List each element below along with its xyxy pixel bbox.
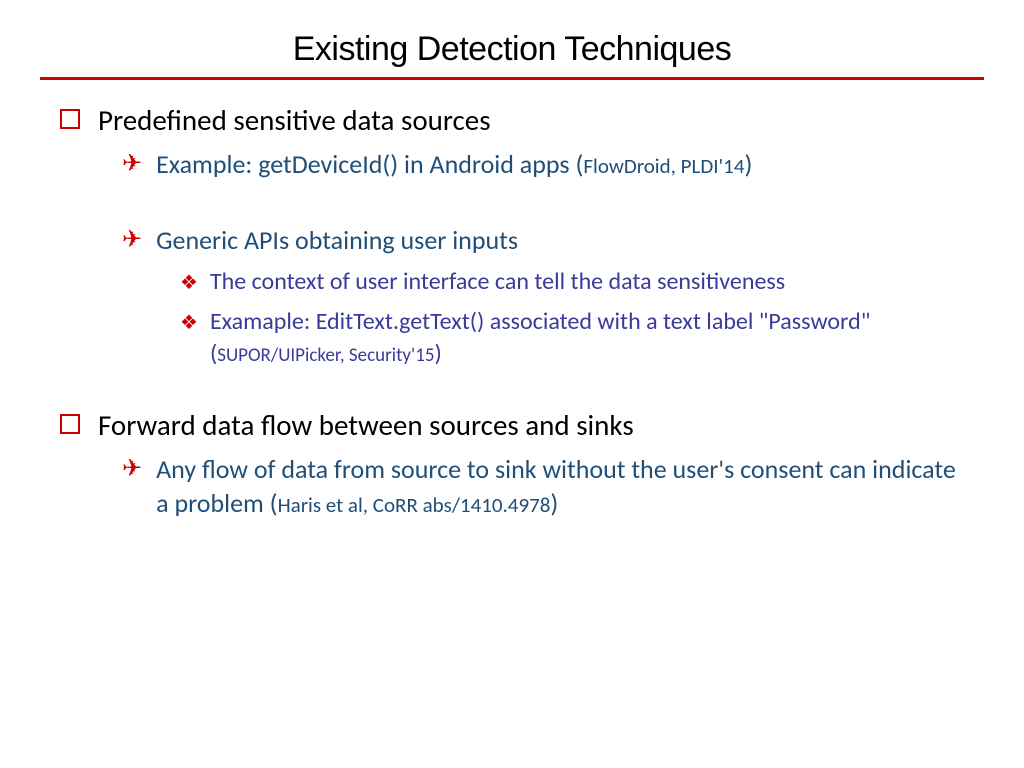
bullet-level1: Predefined sensitive data sources [60, 102, 964, 138]
bullet-text: Example: getDeviceId() in Android apps (… [156, 148, 752, 182]
bullet-text: Predefined sensitive data sources [98, 102, 491, 138]
bullet-level3: ❖ Examaple: EditText.getText() associate… [180, 306, 964, 371]
diamond-bullet-icon: ❖ [180, 310, 198, 335]
bullet-text: Examaple: EditText.getText() associated … [210, 306, 964, 371]
bullet-text: Generic APIs obtaining user inputs [156, 224, 518, 258]
bullet-level3: ❖ The context of user interface can tell… [180, 266, 964, 298]
bullet-level2: ✈ Example: getDeviceId() in Android apps… [122, 148, 964, 182]
slide-title: Existing Detection Techniques [40, 30, 984, 69]
square-bullet-icon [60, 414, 80, 434]
title-underline [40, 77, 984, 80]
bullet-level2: ✈ Generic APIs obtaining user inputs [122, 224, 964, 258]
bullet-text: Forward data flow between sources and si… [98, 407, 634, 443]
diamond-bullet-icon: ❖ [180, 270, 198, 295]
square-bullet-icon [60, 109, 80, 129]
plane-bullet-icon: ✈ [122, 455, 142, 484]
bullet-level1: Forward data flow between sources and si… [60, 407, 964, 443]
bullet-text: The context of user interface can tell t… [210, 266, 785, 298]
bullet-level2: ✈ Any flow of data from source to sink w… [122, 453, 964, 521]
plane-bullet-icon: ✈ [122, 150, 142, 179]
slide-content: Predefined sensitive data sources ✈ Exam… [40, 102, 984, 520]
bullet-text: Any flow of data from source to sink wit… [156, 453, 964, 521]
plane-bullet-icon: ✈ [122, 226, 142, 255]
